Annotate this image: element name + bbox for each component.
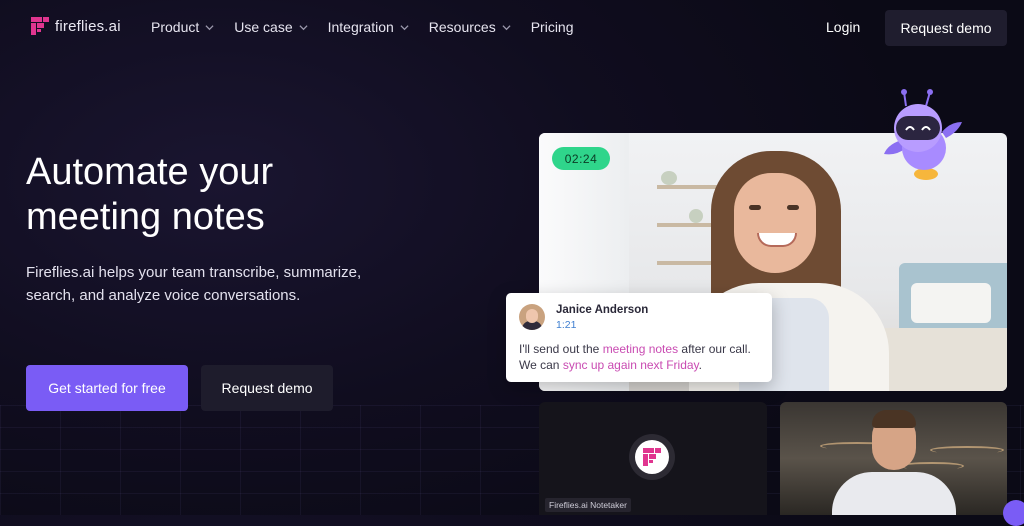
chevron-down-icon <box>205 24 214 30</box>
hero-request-demo-button[interactable]: Request demo <box>201 365 333 411</box>
login-link[interactable]: Login <box>826 19 860 35</box>
speaker-eye <box>787 205 799 210</box>
speaker-face <box>734 173 816 273</box>
background-lamp <box>930 446 1004 454</box>
notetaker-avatar <box>629 434 675 480</box>
brand-name: fireflies.ai <box>55 17 121 35</box>
transcript-highlight: sync up again next Friday <box>562 358 699 372</box>
main-menu: Product Use case Integration Resources P… <box>151 19 594 35</box>
nav-item-use-case[interactable]: Use case <box>234 19 308 35</box>
nav-item-resources[interactable]: Resources <box>429 19 511 35</box>
nav-item-label: Integration <box>327 19 394 35</box>
plant <box>689 209 703 223</box>
transcript-card: Janice Anderson 1:21 I'll send out the m… <box>506 293 772 382</box>
transcript-text: I'll send out the meeting notes after ou… <box>519 341 767 373</box>
speaker-eye <box>749 205 761 210</box>
fireflies-logo-icon <box>643 448 661 466</box>
nav-item-pricing[interactable]: Pricing <box>531 19 574 35</box>
nav-item-integration[interactable]: Integration <box>328 19 409 35</box>
nav-item-label: Resources <box>428 19 496 35</box>
fireflies-logo-icon <box>31 17 49 35</box>
brand-logo[interactable]: fireflies.ai <box>31 17 121 35</box>
plant <box>661 171 677 185</box>
transcript-text-part: I'll send out the <box>519 342 603 356</box>
hero-subtitle: Fireflies.ai helps your team transcribe,… <box>26 264 362 304</box>
chevron-down-icon <box>502 24 511 30</box>
notetaker-label: Fireflies.ai Notetaker <box>545 498 631 512</box>
nav-item-label: Use case <box>234 19 293 35</box>
robot-mascot-icon <box>884 89 962 180</box>
avatar <box>519 304 545 330</box>
notetaker-tile: Fireflies.ai Notetaker <box>539 402 767 515</box>
nav-item-label: Product <box>151 19 200 35</box>
transcript-highlight: meeting notes <box>602 342 679 356</box>
shelf <box>657 185 723 189</box>
participant-body <box>832 472 956 515</box>
speaker-name: Janice Anderson <box>556 304 649 316</box>
participant-video-tile <box>780 402 1007 515</box>
nav-item-product[interactable]: Product <box>151 19 214 35</box>
background-couch <box>869 328 1007 391</box>
hero-title: Automate your meeting notes <box>26 151 274 238</box>
get-started-button[interactable]: Get started for free <box>26 365 188 411</box>
nav-item-label: Pricing <box>530 19 574 35</box>
participant-hair <box>872 410 916 428</box>
transcript-text-part: . <box>698 358 703 372</box>
transcript-timestamp: 1:21 <box>556 319 577 331</box>
call-timer-badge: 02:24 <box>552 147 610 170</box>
chevron-down-icon <box>299 24 308 30</box>
top-navbar: fireflies.ai Product Use case Integratio… <box>0 0 1024 56</box>
chevron-down-icon <box>400 24 409 30</box>
background-pillow <box>911 283 991 323</box>
nav-request-demo-button[interactable]: Request demo <box>885 10 1007 46</box>
chat-widget-button[interactable] <box>1003 500 1024 526</box>
